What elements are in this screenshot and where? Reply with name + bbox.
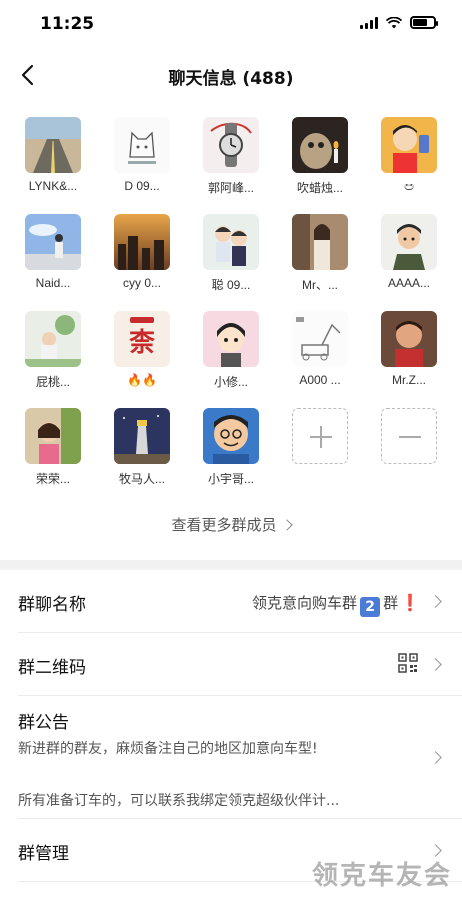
woman-portrait-icon xyxy=(292,214,348,270)
cartoon-couple-icon xyxy=(203,214,259,270)
member-item[interactable]: cyy 0... xyxy=(100,214,184,290)
number-badge-icon: 2 xyxy=(360,597,381,617)
member-item[interactable]: Naid... xyxy=(11,214,95,290)
excavator-icon xyxy=(292,311,348,367)
exclamation-icon: ❗ xyxy=(400,593,420,612)
member-name: D 09... xyxy=(124,179,160,193)
member-item[interactable]: 柰 🔥🔥 xyxy=(100,311,184,387)
member-item[interactable]: ඏ xyxy=(367,117,451,194)
member-item[interactable]: 聪 09... xyxy=(189,214,273,293)
member-name: 牧马人... xyxy=(118,472,165,486)
member-name: 🔥🔥 xyxy=(127,373,157,387)
member-name: 屁桃... xyxy=(35,375,70,389)
notice-line-2: 所有准备订车的，可以联系我绑定领克超级伙伴计... xyxy=(18,793,340,809)
member-name: AAAA... xyxy=(387,276,431,290)
group-notice-row[interactable]: 群公告 新进群的群友，麻烦备注自己的地区加意向车型! 所有准备订车的，可以联系我… xyxy=(0,696,462,819)
member-name: A000 ... xyxy=(299,373,341,387)
cellular-signal-icon xyxy=(360,16,378,29)
member-item[interactable]: 小修... xyxy=(189,311,273,390)
kid-photo-icon xyxy=(381,311,437,367)
see-more-label: 查看更多群成员 xyxy=(171,516,277,534)
member-item[interactable]: A000 ... xyxy=(278,311,362,387)
group-name-row[interactable]: 群聊名称 领克意向购车群 2 群 ❗ xyxy=(0,570,462,633)
group-qr-row[interactable]: 群二维码 xyxy=(0,633,462,696)
status-time: 11:25 xyxy=(40,14,95,34)
cartoon-boy-icon xyxy=(381,117,437,173)
member-name: LYNK&... xyxy=(28,179,78,193)
member-name: 小宇哥... xyxy=(207,472,254,486)
sky-person-icon xyxy=(25,214,81,270)
page-title: 聊天信息 (488) xyxy=(168,69,294,89)
member-item[interactable]: 牧马人... xyxy=(100,408,184,487)
wifi-icon xyxy=(386,16,402,28)
member-name: 荣荣... xyxy=(35,472,70,486)
member-name: Mr.Z... xyxy=(392,373,426,387)
member-name: 郭阿峰... xyxy=(207,181,254,195)
member-name: ඏ xyxy=(404,179,414,193)
member-item[interactable]: AAAA... xyxy=(367,214,451,290)
group-qr-label: 群二维码 xyxy=(18,658,86,678)
watch-icon xyxy=(203,117,259,173)
battery-icon xyxy=(410,16,438,29)
remove-member-button[interactable] xyxy=(367,408,451,464)
member-item[interactable]: LYNK&... xyxy=(11,117,95,193)
member-name: 小修... xyxy=(213,375,248,389)
status-icons xyxy=(360,16,438,29)
member-item[interactable]: 小宇哥... xyxy=(189,408,273,487)
svg-text:柰: 柰 xyxy=(129,328,155,358)
qr-code-icon xyxy=(398,653,418,673)
group-name-value: 领克意向购车群 2 群 ❗ xyxy=(252,593,420,617)
member-item[interactable]: 郭阿峰... xyxy=(189,117,273,196)
child-flowers-icon xyxy=(25,311,81,367)
character-icon: 柰 xyxy=(114,311,170,367)
section-divider xyxy=(0,560,462,570)
chevron-right-icon xyxy=(280,519,293,531)
see-more-members-link[interactable]: 查看更多群成员 xyxy=(0,514,462,535)
plus-icon[interactable] xyxy=(292,408,348,464)
member-name: Naid... xyxy=(35,276,71,290)
group-manage-label: 群管理 xyxy=(18,844,69,864)
member-item[interactable]: Mr.Z... xyxy=(367,311,451,387)
member-name: cyy 0... xyxy=(122,276,161,290)
sunset-city-icon xyxy=(114,214,170,270)
chevron-right-icon xyxy=(429,595,442,608)
member-item[interactable]: 荣荣... xyxy=(11,408,95,487)
status-bar: 11:25 xyxy=(0,0,462,50)
member-item[interactable]: 吹蜡烛... xyxy=(278,117,362,196)
anime-girl-icon xyxy=(203,311,259,367)
member-item[interactable]: 屁桃... xyxy=(11,311,95,390)
chevron-right-icon xyxy=(429,751,442,764)
member-name: 聪 09... xyxy=(211,278,251,292)
member-name: Mr、... xyxy=(302,278,338,292)
cat-sketch-icon xyxy=(114,117,170,173)
minus-icon[interactable] xyxy=(381,408,437,464)
member-item[interactable]: D 09... xyxy=(100,117,184,193)
watermark: 领克车友会 xyxy=(311,861,452,891)
member-item[interactable]: Mr、... xyxy=(278,214,362,293)
lighthouse-icon xyxy=(114,408,170,464)
group-notice-label: 群公告 xyxy=(18,713,69,733)
group-name-label: 群聊名称 xyxy=(18,595,86,615)
cat-candle-icon xyxy=(292,117,348,173)
cartoon-face-icon xyxy=(203,408,259,464)
road-icon xyxy=(25,117,81,173)
chevron-right-icon xyxy=(429,658,442,671)
add-member-button[interactable] xyxy=(278,408,362,464)
nav-bar: 聊天信息 (488) xyxy=(0,50,462,100)
member-name: 吹蜡烛... xyxy=(296,181,343,195)
member-grid: LYNK&... D 09... 郭阿峰... 吹蜡烛... ඏ Naid... xyxy=(0,100,462,540)
little-girl-icon xyxy=(25,408,81,464)
cartoon-man-icon xyxy=(381,214,437,270)
notice-line-1: 新进群的群友，麻烦备注自己的地区加意向车型! xyxy=(18,741,318,757)
